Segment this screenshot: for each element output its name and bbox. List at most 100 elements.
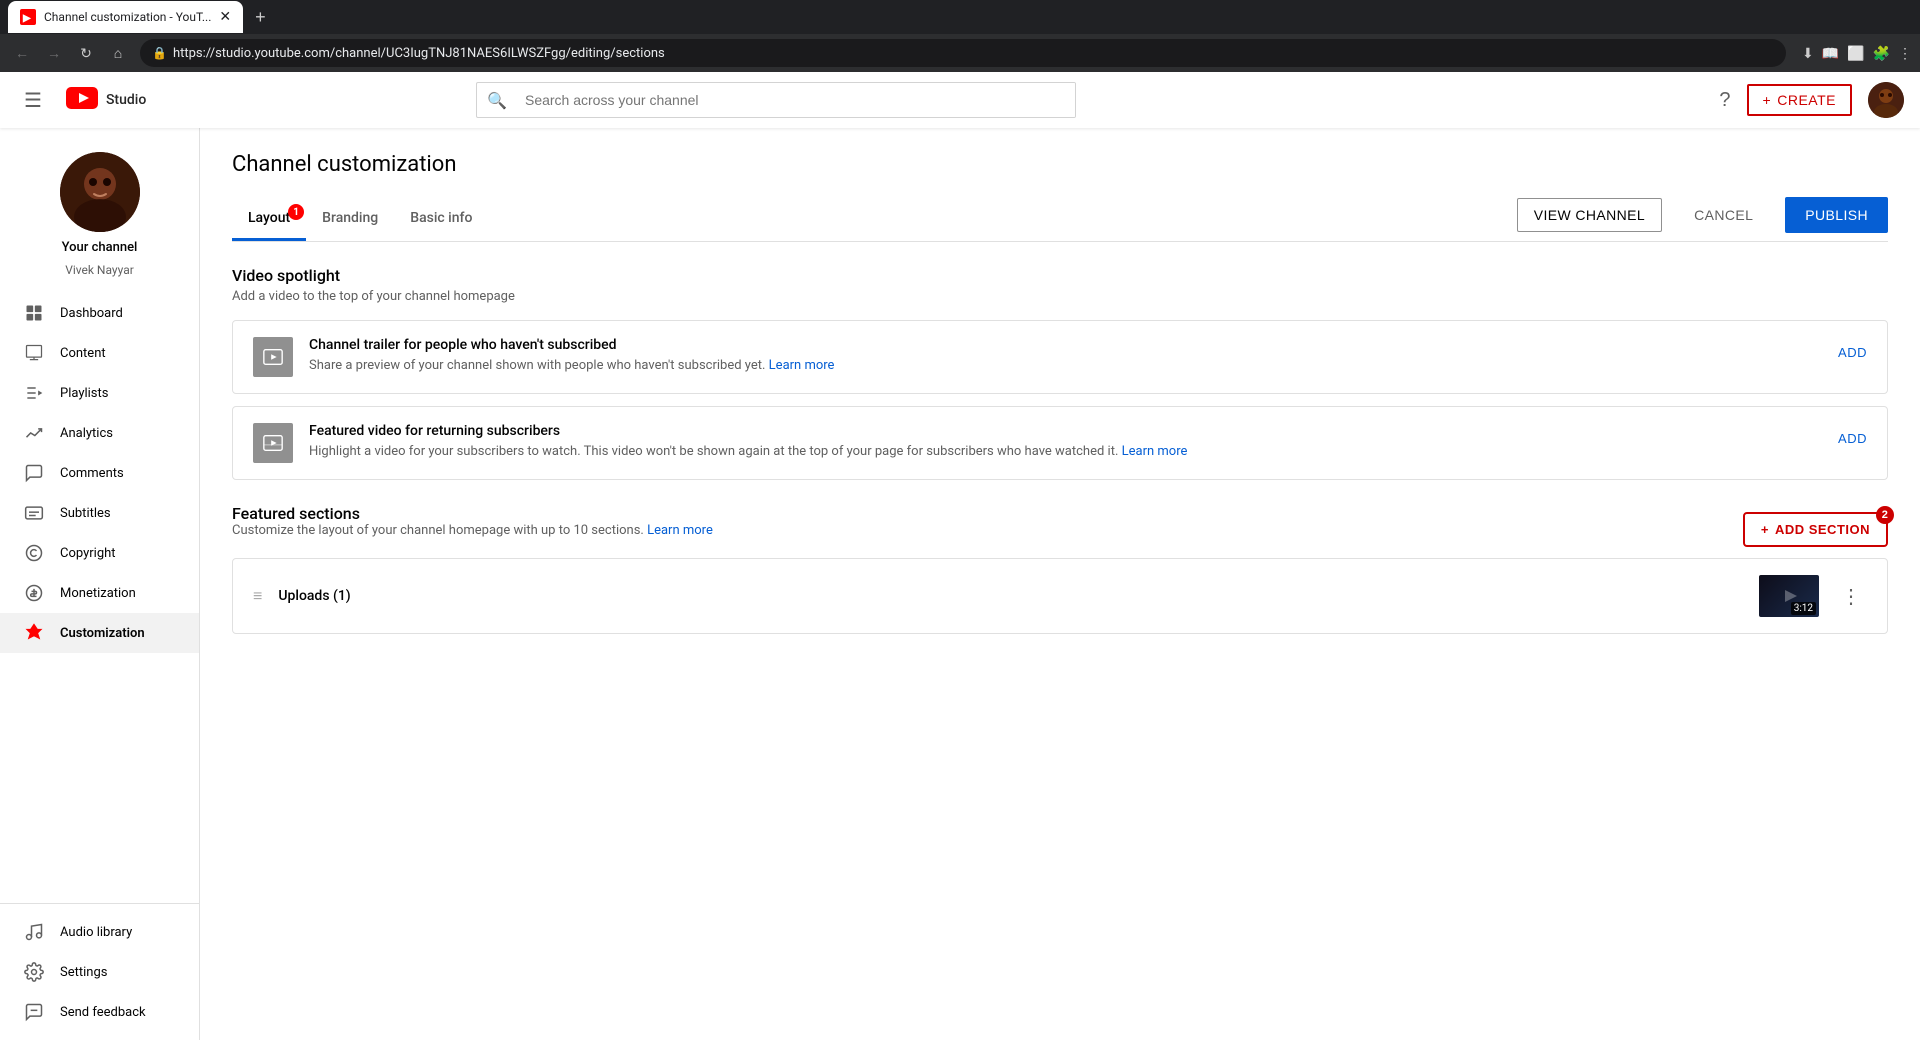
tab-layout[interactable]: Layout 1 [232,198,306,241]
sidebar-item-label-analytics: Analytics [60,426,113,441]
sidebar-item-copyright[interactable]: Copyright [0,533,199,573]
sidebar-item-analytics[interactable]: Analytics [0,413,199,453]
hamburger-menu-button[interactable]: ☰ [16,80,50,121]
featured-sections-area: Featured sections Customize the layout o… [232,504,1888,634]
tab-close-button[interactable]: ✕ [219,9,231,25]
bookmarks-button[interactable]: 📖 [1822,45,1839,62]
sidebar-item-content[interactable]: Content [0,333,199,373]
channel-avatar [60,152,140,232]
featured-video-card: Featured video for returning subscribers… [232,406,1888,480]
youtube-logo [66,87,98,113]
browser-chrome: ▶ Channel customization - YouT... ✕ + ← … [0,0,1920,72]
avatar-image [1868,82,1904,118]
add-section-badge: 2 [1876,506,1894,524]
app: ☰ Studio 🔍 ? + CREATE [0,72,1920,1040]
back-button[interactable]: ← [8,39,36,67]
sidebar-item-playlists[interactable]: Playlists [0,373,199,413]
channel-trailer-title: Channel trailer for people who haven't s… [309,337,1822,353]
featured-video-icon [253,423,293,463]
channel-trailer-card: Channel trailer for people who haven't s… [232,320,1888,394]
sidebar-item-comments[interactable]: Comments [0,453,199,493]
sidebar-item-label-send-feedback: Send feedback [60,1005,146,1020]
nav-items: Dashboard Content Playlists [0,293,199,903]
publish-button[interactable]: PUBLISH [1785,197,1888,233]
cancel-button[interactable]: CANCEL [1678,199,1769,231]
active-tab[interactable]: ▶ Channel customization - YouT... ✕ [8,1,243,33]
sidebar-item-monetization[interactable]: Monetization [0,573,199,613]
add-section-button[interactable]: + ADD SECTION 2 [1743,512,1888,547]
browser-menu-button[interactable]: ⋮ [1898,45,1912,62]
sidebar-item-label-copyright: Copyright [60,546,116,561]
featured-video-add-button[interactable]: ADD [1838,423,1867,454]
sidebar-item-dashboard[interactable]: Dashboard [0,293,199,333]
tab-actions: VIEW CHANNEL CANCEL PUBLISH [1517,197,1888,241]
main-layout: Your channel Vivek Nayyar Dashboard Cont… [0,128,1920,1040]
create-button[interactable]: + CREATE [1747,84,1852,116]
add-section-label: ADD SECTION [1775,522,1870,537]
home-button[interactable]: ⌂ [104,39,132,67]
sidebar-item-customization[interactable]: Customization [0,613,199,653]
search-bar[interactable]: 🔍 [476,82,1076,118]
sidebar-item-send-feedback[interactable]: Send feedback [0,992,199,1032]
sidebar-item-label-dashboard: Dashboard [60,306,123,321]
user-avatar-button[interactable] [1868,82,1904,118]
channel-info: Your channel Vivek Nayyar [0,128,199,293]
channel-avatar-image [60,152,140,232]
channel-trailer-content: Channel trailer for people who haven't s… [309,337,1822,375]
sidebar-item-label-customization: Customization [60,626,145,641]
reload-button[interactable]: ↻ [72,39,100,67]
extensions-button[interactable]: 🧩 [1873,45,1890,62]
help-button[interactable]: ? [1719,89,1730,112]
sidebar-item-label-settings: Settings [60,965,107,980]
sidebar-item-subtitles[interactable]: Subtitles [0,493,199,533]
sidebar-bottom: Audio library Settings Send feedback [0,903,199,1040]
dashboard-icon [24,303,44,323]
sidebar-item-label-subtitles: Subtitles [60,506,111,521]
tab-basic-info[interactable]: Basic info [394,198,488,241]
create-icon: + [1763,92,1772,108]
sidebar-item-label-monetization: Monetization [60,586,136,601]
customization-icon [24,623,44,643]
tab-favicon: ▶ [20,9,36,25]
view-channel-button[interactable]: VIEW CHANNEL [1517,198,1662,232]
video-duration: 3:12 [1791,602,1816,615]
feedback-icon [24,1002,44,1022]
video-spotlight-section: Video spotlight Add a video to the top o… [232,266,1888,480]
downloads-button[interactable]: ⬇ [1802,45,1814,62]
forward-button[interactable]: → [40,39,68,67]
search-icon: 🔍 [477,82,517,118]
tab-branding[interactable]: Branding [306,198,394,241]
channel-trailer-learn-more[interactable]: Learn more [769,358,835,373]
tab-bar: ▶ Channel customization - YouT... ✕ + [0,0,1920,34]
logo[interactable]: Studio [66,87,146,113]
audio-library-icon [24,922,44,942]
channel-trailer-add-button[interactable]: ADD [1838,337,1867,368]
create-label: CREATE [1777,92,1836,108]
sidebar-item-audio-library[interactable]: Audio library [0,912,199,952]
content-area: Channel customization Layout 1 Branding … [200,128,1920,1040]
browser-nav-actions: ⬇ 📖 ⬜ 🧩 ⋮ [1802,45,1912,62]
drag-handle-icon[interactable]: ≡ [253,586,262,606]
search-input[interactable] [517,83,1075,117]
sidebar-item-settings[interactable]: Settings [0,952,199,992]
tab-basic-info-label: Basic info [410,210,472,226]
featured-video-learn-more[interactable]: Learn more [1122,444,1188,459]
featured-header: Featured sections Customize the layout o… [232,504,1888,554]
featured-sections-learn-more[interactable]: Learn more [647,523,713,538]
address-bar[interactable]: 🔒 https://studio.youtube.com/channel/UC3… [140,39,1786,67]
subtitles-icon [24,503,44,523]
uploads-more-options-button[interactable]: ⋮ [1835,580,1867,612]
featured-sections-subtitle: Customize the layout of your channel hom… [232,523,713,538]
tabs-button[interactable]: ⬜ [1847,45,1864,62]
app-header: ☰ Studio 🔍 ? + CREATE [0,72,1920,128]
tabs-container: Layout 1 Branding Basic info VIEW CHANNE… [232,197,1888,242]
channel-trailer-icon [253,337,293,377]
sidebar-item-label-audio-library: Audio library [60,925,132,940]
new-tab-button[interactable]: + [247,3,274,32]
featured-sections-title: Featured sections [232,504,713,523]
tab-layout-badge: 1 [288,204,304,220]
channel-name: Your channel [62,240,138,255]
settings-icon [24,962,44,982]
sidebar: Your channel Vivek Nayyar Dashboard Cont… [0,128,200,1040]
featured-video-content: Featured video for returning subscribers… [309,423,1822,461]
